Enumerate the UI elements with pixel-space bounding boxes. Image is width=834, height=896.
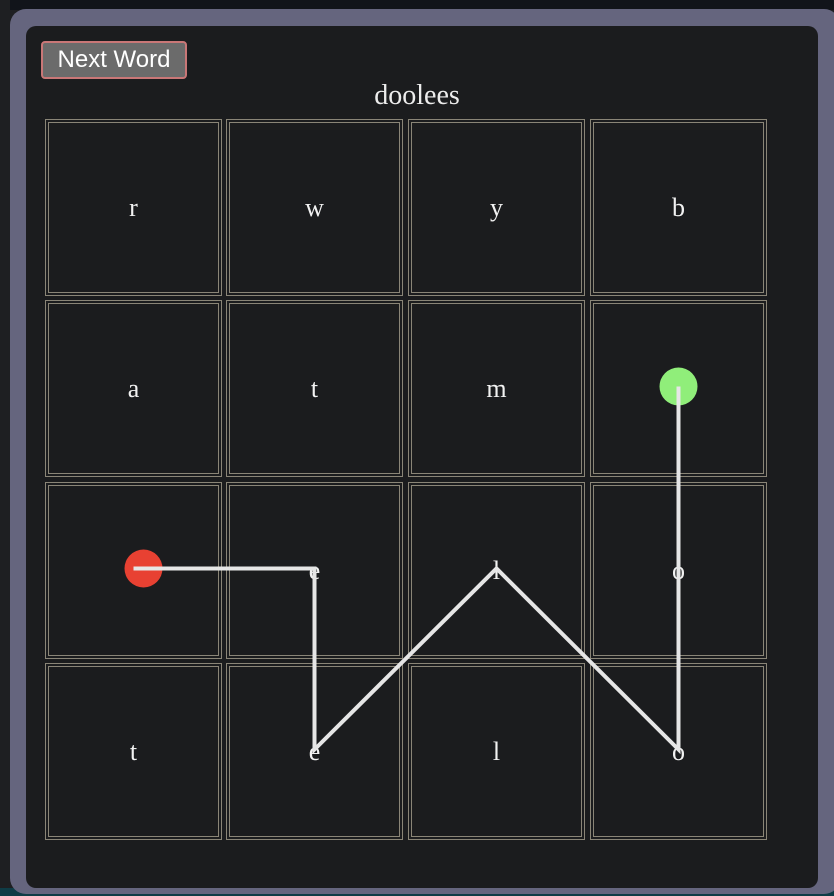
cell-letter: s [128, 555, 139, 585]
grid-cell[interactable]: m [408, 300, 585, 477]
grid-cell[interactable]: w [226, 119, 403, 296]
cell-letter: t [129, 736, 138, 766]
grid-cell[interactable]: e [226, 482, 403, 659]
cell-letter: b [672, 192, 685, 222]
grid-cell[interactable]: s [45, 482, 222, 659]
cell-letter: d [672, 373, 685, 403]
background-editor-strip [0, 0, 10, 896]
cell-letter: o [672, 555, 685, 585]
current-word: doolees [374, 80, 460, 111]
grid-cell[interactable]: a [45, 300, 222, 477]
grid-cell[interactable]: y [408, 119, 585, 296]
cell-letter: a [127, 373, 140, 403]
cell-letter: o [672, 736, 685, 766]
cell-letter: y [490, 192, 503, 222]
grid-cell[interactable]: l [408, 663, 585, 840]
cell-letter: r [129, 192, 138, 222]
cell-letter: m [486, 373, 507, 403]
cell-letter: e [308, 555, 321, 585]
next-word-button[interactable]: Next Word [41, 41, 187, 79]
grid-cell[interactable]: l [408, 482, 585, 659]
grid-cell[interactable]: o [590, 663, 767, 840]
grid-cell[interactable]: t [45, 663, 222, 840]
grid-cell[interactable]: o [590, 482, 767, 659]
cell-letter: w [305, 192, 324, 222]
grid-cell[interactable]: b [590, 119, 767, 296]
cell-letter: l [492, 736, 501, 766]
cell-letter: l [492, 555, 501, 585]
cell-letter: t [310, 373, 319, 403]
cell-letter: e [308, 736, 321, 766]
grid-cell[interactable]: r [45, 119, 222, 296]
grid-cell[interactable]: e [226, 663, 403, 840]
grid-cell[interactable]: d [590, 300, 767, 477]
grid-cell[interactable]: t [226, 300, 403, 477]
